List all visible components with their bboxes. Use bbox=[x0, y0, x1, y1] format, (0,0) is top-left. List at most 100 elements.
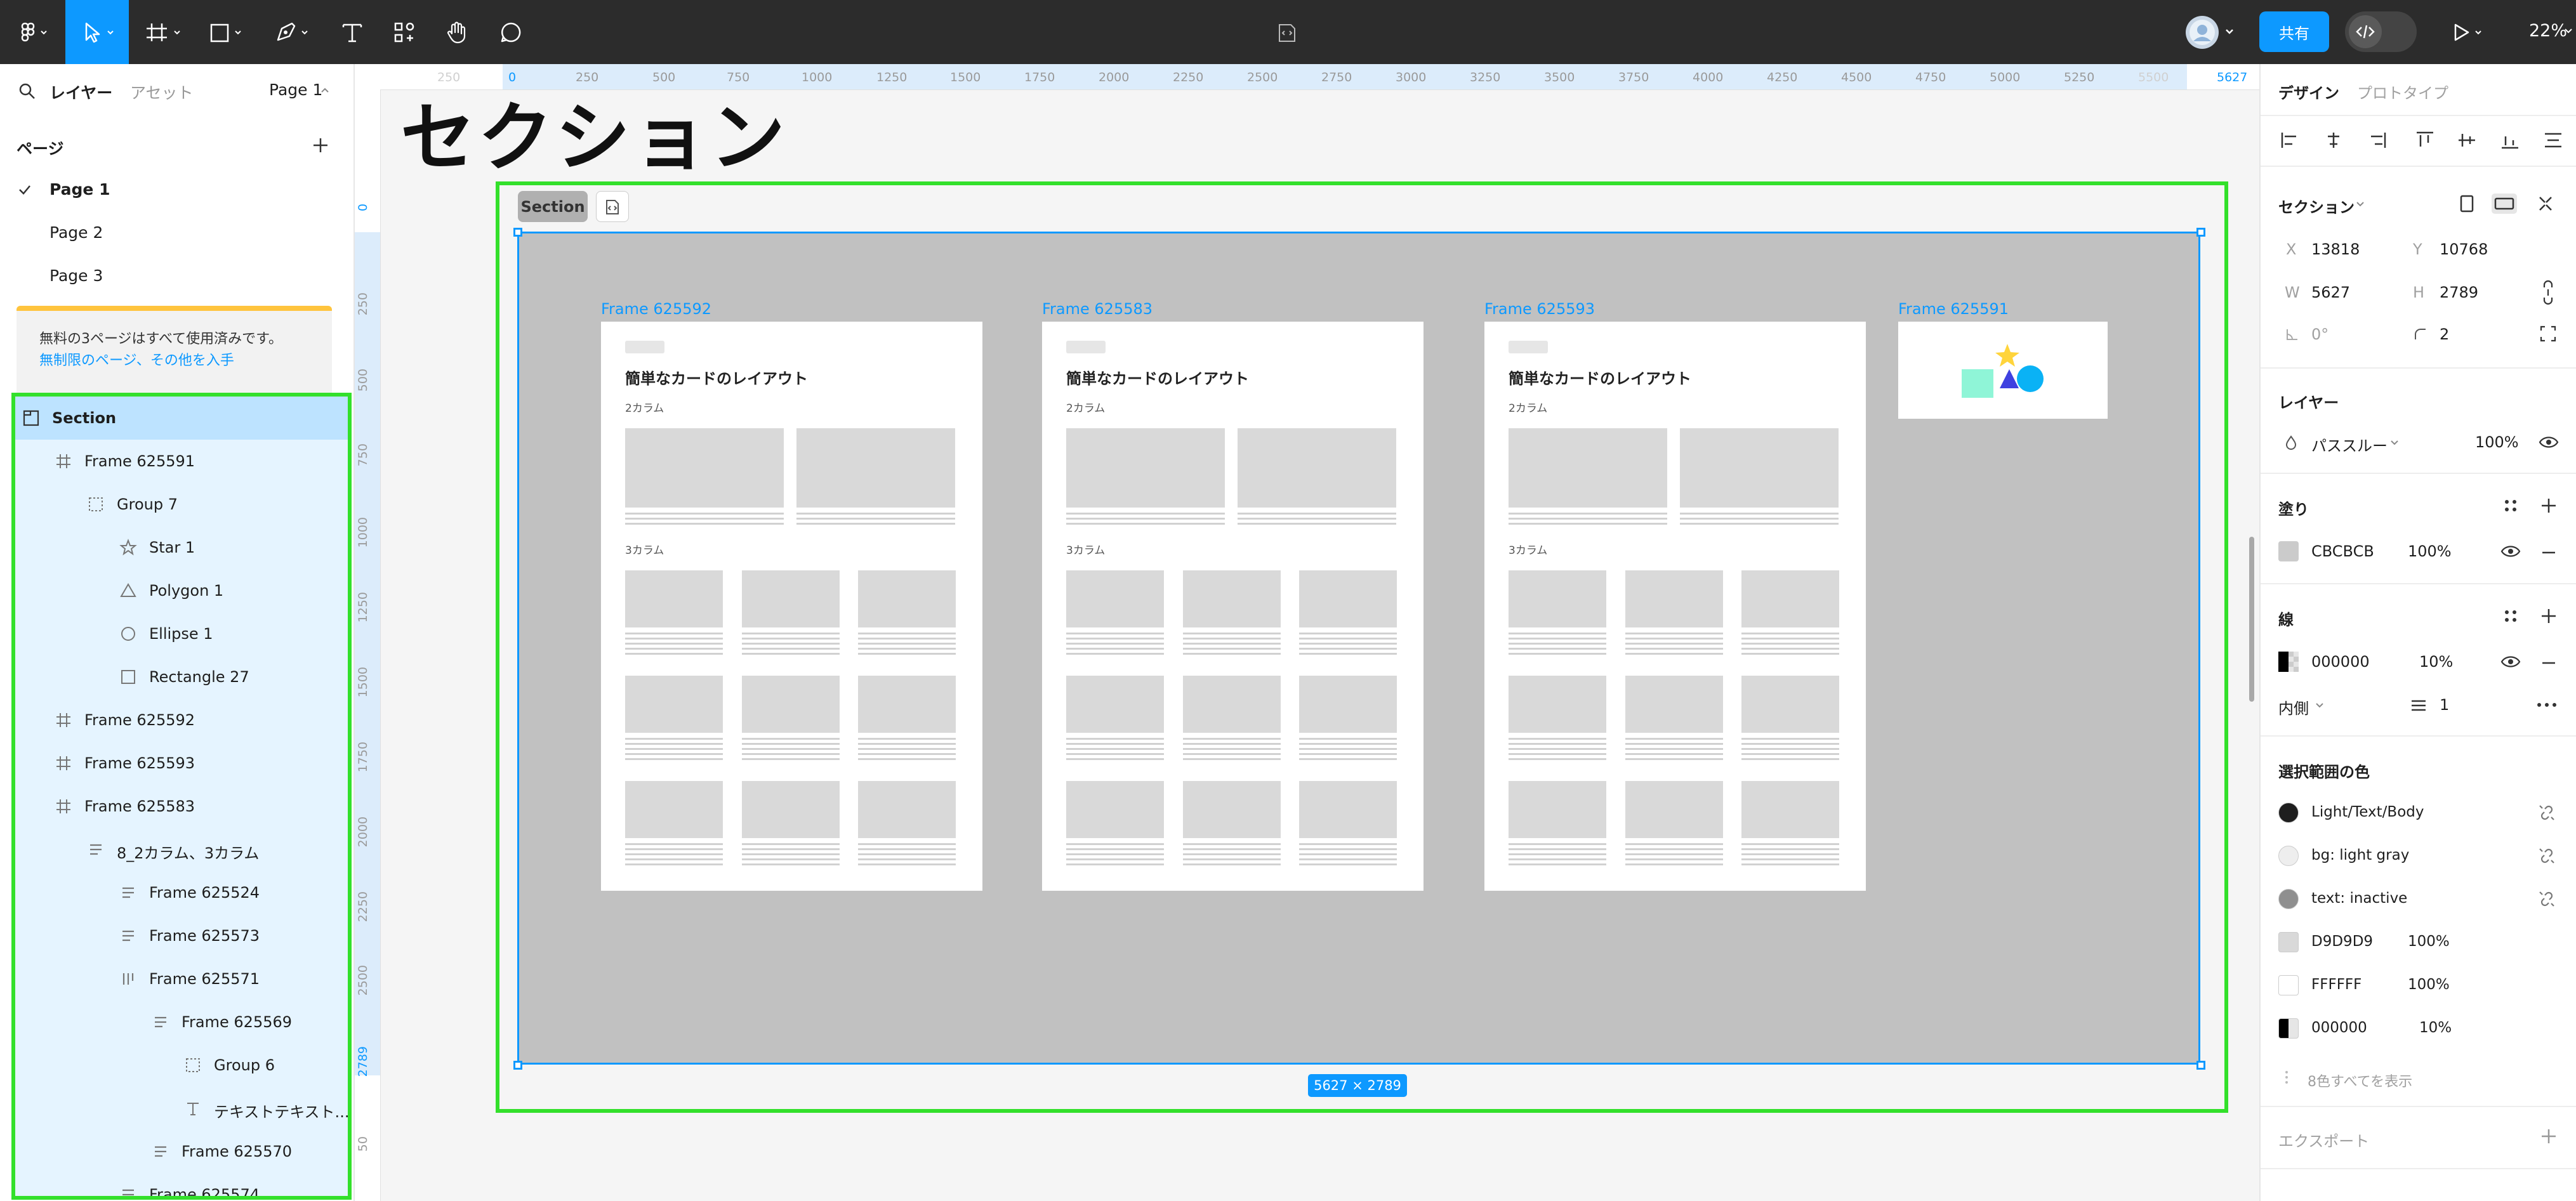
comment-tool-button[interactable] bbox=[495, 0, 527, 64]
tab-design[interactable]: デザイン bbox=[2278, 81, 2339, 103]
file-dev-button[interactable] bbox=[1272, 0, 1302, 64]
layer-row[interactable]: Frame 625569 bbox=[15, 1001, 348, 1044]
stroke-color-swatch[interactable] bbox=[2278, 652, 2299, 672]
search-icon[interactable] bbox=[18, 82, 37, 101]
section-heading[interactable]: セクション bbox=[2278, 195, 2355, 217]
tab-assets[interactable]: アセット bbox=[130, 81, 194, 103]
more-options-icon[interactable] bbox=[2536, 697, 2558, 712]
rotation-input[interactable]: 0° bbox=[2311, 325, 2328, 343]
remove-fill-icon[interactable] bbox=[2540, 544, 2558, 561]
layer-row[interactable]: Rectangle 27 bbox=[15, 655, 348, 699]
page-item-1[interactable]: Page 1 bbox=[0, 167, 353, 211]
dev-mode-toggle[interactable] bbox=[2345, 11, 2417, 52]
selection-color-opacity[interactable]: 100% bbox=[2408, 976, 2450, 993]
resize-handle[interactable] bbox=[2196, 228, 2205, 237]
frame-label[interactable]: Frame 625593 bbox=[1484, 300, 1595, 318]
frame-label[interactable]: Frame 625592 bbox=[601, 300, 711, 318]
selection-color-label[interactable]: D9D9D9 bbox=[2311, 933, 2373, 950]
selection-color-swatch[interactable] bbox=[2278, 803, 2299, 823]
stroke-weight-input[interactable]: 1 bbox=[2440, 696, 2449, 714]
selection-color-label[interactable]: FFFFFF bbox=[2311, 976, 2361, 993]
selection-color-label[interactable]: Light/Text/Body bbox=[2311, 804, 2424, 820]
resize-handle[interactable] bbox=[513, 1061, 522, 1070]
layer-row[interactable]: Frame 625592 bbox=[15, 699, 348, 742]
selection-color-swatch[interactable] bbox=[2278, 932, 2299, 952]
layer-row[interactable]: Polygon 1 bbox=[15, 569, 348, 612]
layer-row[interactable]: Frame 625570 bbox=[15, 1130, 348, 1173]
frame-label[interactable]: Frame 625591 bbox=[1898, 300, 2009, 318]
selection-color-swatch[interactable] bbox=[2278, 846, 2299, 866]
layer-row[interactable]: テキストテキスト... bbox=[15, 1087, 348, 1130]
layer-row[interactable]: Section bbox=[15, 397, 348, 440]
canvas-scrollbar[interactable] bbox=[2249, 537, 2254, 702]
stroke-opacity-input[interactable]: 10% bbox=[2419, 653, 2453, 671]
selection-color-opacity[interactable]: 100% bbox=[2408, 933, 2450, 950]
main-menu-button[interactable] bbox=[11, 0, 56, 64]
canvas-title-text[interactable]: セクション bbox=[400, 77, 788, 185]
stroke-hex-input[interactable]: 000000 bbox=[2311, 653, 2370, 671]
present-button[interactable] bbox=[2443, 0, 2494, 64]
layer-row[interactable]: Frame 625571 bbox=[15, 957, 348, 1001]
canvas[interactable]: 250 0 250 500 750 1000 1250 1500 1750 2000 2250 250… bbox=[355, 64, 2259, 1201]
styles-grid-icon[interactable] bbox=[2503, 498, 2518, 513]
section-orientation-toggle[interactable] bbox=[2459, 192, 2554, 215]
add-export-icon[interactable] bbox=[2540, 1127, 2558, 1145]
layer-row[interactable]: Group 7 bbox=[15, 483, 348, 526]
frame-label[interactable]: Frame 625583 bbox=[1042, 300, 1153, 318]
detach-style-icon[interactable] bbox=[2537, 846, 2556, 865]
selection-color-opacity[interactable]: 10% bbox=[2419, 1020, 2452, 1036]
user-avatar-button[interactable] bbox=[2183, 0, 2240, 64]
move-tool-button[interactable] bbox=[65, 0, 129, 64]
frame-card[interactable]: 簡単なカードのレイアウト 2カラム 3カラム bbox=[1484, 322, 1866, 891]
shape-tool-button[interactable] bbox=[203, 0, 254, 64]
stroke-position-dropdown[interactable]: 内側 bbox=[2278, 696, 2309, 718]
page-item-3[interactable]: Page 3 bbox=[0, 254, 353, 297]
alignment-toolbar[interactable] bbox=[2278, 128, 2570, 153]
eye-icon[interactable] bbox=[2500, 542, 2521, 560]
pen-tool-button[interactable] bbox=[270, 0, 320, 64]
frame-card[interactable]: 簡単なカードのレイアウト 2カラム 3カラム bbox=[1042, 322, 1423, 891]
frame-shapes[interactable] bbox=[1898, 322, 2108, 419]
y-input[interactable]: 10768 bbox=[2440, 240, 2488, 258]
blend-mode-dropdown[interactable]: パススルー bbox=[2311, 433, 2388, 456]
x-input[interactable]: 13818 bbox=[2311, 240, 2360, 258]
add-stroke-icon[interactable] bbox=[2540, 607, 2558, 625]
fill-color-swatch[interactable] bbox=[2278, 541, 2299, 561]
corner-radius-input[interactable]: 2 bbox=[2440, 325, 2449, 343]
layer-row[interactable]: Frame 625524 bbox=[15, 871, 348, 914]
h-input[interactable]: 2789 bbox=[2440, 284, 2478, 301]
layer-row[interactable]: 8_2カラム、3カラム bbox=[15, 828, 348, 871]
layer-row[interactable]: Frame 625593 bbox=[15, 742, 348, 785]
selection-color-swatch[interactable] bbox=[2278, 889, 2299, 909]
hand-tool-button[interactable] bbox=[441, 0, 473, 64]
eye-icon[interactable] bbox=[2539, 433, 2559, 451]
w-input[interactable]: 5627 bbox=[2311, 284, 2350, 301]
page-selector[interactable]: Page 1 bbox=[269, 81, 322, 99]
show-all-colors-link[interactable]: 8色すべてを表示 bbox=[2308, 1070, 2412, 1091]
layer-row[interactable]: Group 6 bbox=[15, 1044, 348, 1087]
remove-stroke-icon[interactable] bbox=[2540, 654, 2558, 672]
resize-handle[interactable] bbox=[2196, 1061, 2205, 1070]
selection-color-swatch[interactable] bbox=[2278, 975, 2299, 995]
layer-row[interactable]: Ellipse 1 bbox=[15, 612, 348, 655]
layer-row[interactable]: Frame 625573 bbox=[15, 914, 348, 957]
fill-opacity-input[interactable]: 100% bbox=[2408, 542, 2452, 560]
selection-color-swatch[interactable] bbox=[2278, 1018, 2299, 1039]
page-item-2[interactable]: Page 2 bbox=[0, 211, 353, 254]
add-fill-icon[interactable] bbox=[2540, 497, 2558, 515]
layer-row[interactable]: Star 1 bbox=[15, 526, 348, 569]
share-button[interactable]: 共有 bbox=[2259, 11, 2329, 52]
detach-style-icon[interactable] bbox=[2537, 889, 2556, 909]
upgrade-link[interactable]: 無制限のページ、その他を入手 bbox=[39, 349, 234, 369]
selection-color-label[interactable]: text: inactive bbox=[2311, 890, 2407, 907]
tab-layers[interactable]: レイヤー bbox=[50, 81, 112, 103]
resize-handle[interactable] bbox=[513, 228, 522, 237]
section-name-chip[interactable]: Section bbox=[518, 191, 588, 222]
section-dev-button[interactable] bbox=[596, 191, 629, 222]
constrain-proportions-icon[interactable] bbox=[2539, 280, 2558, 305]
text-tool-button[interactable] bbox=[336, 0, 368, 64]
zoom-dropdown[interactable]: 22% bbox=[2529, 21, 2567, 41]
layer-opacity-input[interactable]: 100% bbox=[2475, 433, 2519, 451]
resources-button[interactable] bbox=[388, 0, 420, 64]
layer-row[interactable]: Frame 625574 bbox=[15, 1173, 348, 1196]
